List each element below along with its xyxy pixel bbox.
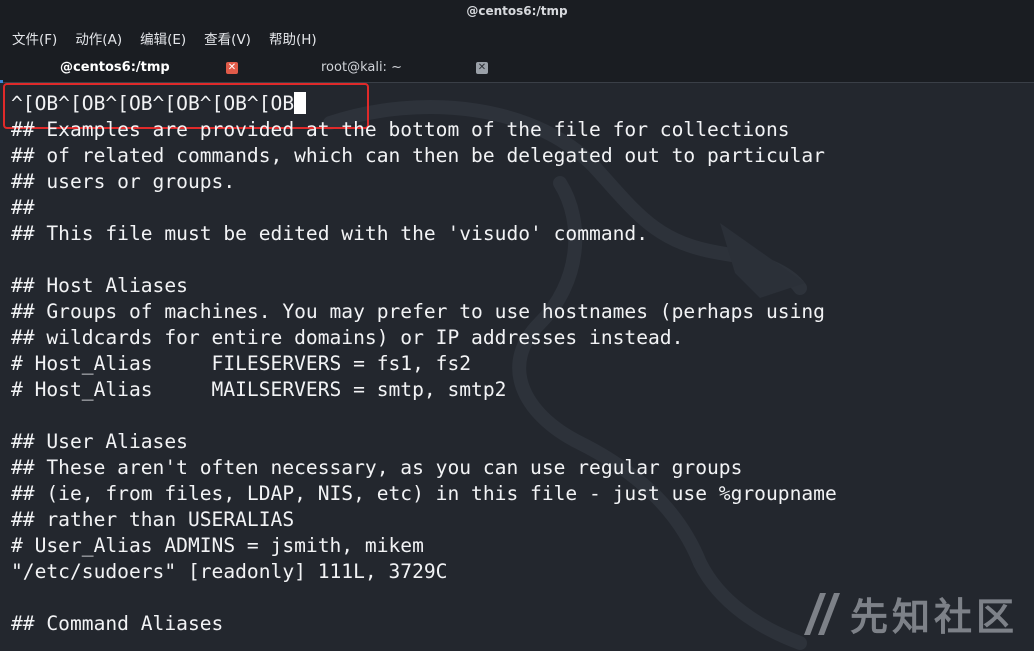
terminal-line: ^[OB^[OB^[OB^[OB^[OB^[OB	[11, 91, 837, 117]
tab-kali-close-icon[interactable]: ✕	[476, 62, 488, 74]
window-title: @centos6:/tmp	[0, 0, 1034, 22]
terminal-line: ## These aren't often necessary, as you …	[11, 456, 743, 479]
menu-file[interactable]: 文件(F)	[12, 28, 57, 48]
menu-view[interactable]: 查看(V)	[204, 28, 251, 48]
terminal-lines: ^[OB^[OB^[OB^[OB^[OB^[OB ## Examples are…	[11, 91, 837, 637]
menu-action[interactable]: 动作(A)	[75, 28, 122, 48]
tab-bar: @centos6:/tmp ✕ root@kali: ~ ✕	[0, 54, 1034, 83]
terminal-line: ## users or groups.	[11, 170, 236, 193]
tab-kali-label: root@kali: ~	[321, 60, 402, 75]
terminal-line: ## Command Aliases	[11, 612, 224, 635]
terminal-line: ## Host Aliases	[11, 274, 188, 297]
text-cursor	[294, 92, 307, 114]
terminal-output[interactable]: ^[OB^[OB^[OB^[OB^[OB^[OB ## Examples are…	[0, 83, 1034, 651]
watermark-text: 先知社区	[849, 595, 1018, 639]
tab-centos6[interactable]: @centos6:/tmp	[60, 54, 170, 82]
terminal-line: ##	[11, 196, 35, 219]
terminal-line: ## User Aliases	[11, 430, 188, 453]
terminal-line: ## rather than USERALIAS	[11, 508, 295, 531]
terminal-line: ## Examples are provided at the bottom o…	[11, 118, 790, 141]
terminal-window: @centos6:/tmp 文件(F) 动作(A) 编辑(E) 查看(V) 帮助…	[0, 0, 1034, 651]
terminal-line-text: ^[OB^[OB^[OB^[OB^[OB^[OB	[11, 92, 295, 115]
terminal-line: ## (ie, from files, LDAP, NIS, etc) in t…	[11, 482, 837, 505]
xianzhi-watermark: 先知社区	[800, 586, 1018, 641]
terminal-line: ## Groups of machines. You may prefer to…	[11, 300, 825, 323]
tab-centos6-label: @centos6:/tmp	[60, 60, 170, 75]
menu-help[interactable]: 帮助(H)	[269, 28, 317, 48]
tab-kali[interactable]: root@kali: ~	[321, 54, 402, 82]
terminal-line: ## of related commands, which can then b…	[11, 144, 825, 167]
terminal-line: "/etc/sudoers" [readonly] 111L, 3729C	[11, 560, 448, 583]
terminal-line: # Host_Alias FILESERVERS = fs1, fs2	[11, 352, 472, 375]
terminal-line: ## This file must be edited with the 'vi…	[11, 222, 649, 245]
tab-centos6-close-icon[interactable]: ✕	[226, 62, 238, 74]
menu-bar: 文件(F) 动作(A) 编辑(E) 查看(V) 帮助(H)	[0, 22, 1034, 54]
terminal-line: # Host_Alias MAILSERVERS = smtp, smtp2	[11, 378, 507, 401]
menu-edit[interactable]: 编辑(E)	[140, 28, 186, 48]
terminal-line: # User_Alias ADMINS = jsmith, mikem	[11, 534, 424, 557]
terminal-line: ## wildcards for entire domains) or IP a…	[11, 326, 684, 349]
xianzhi-logo-icon	[803, 592, 840, 635]
